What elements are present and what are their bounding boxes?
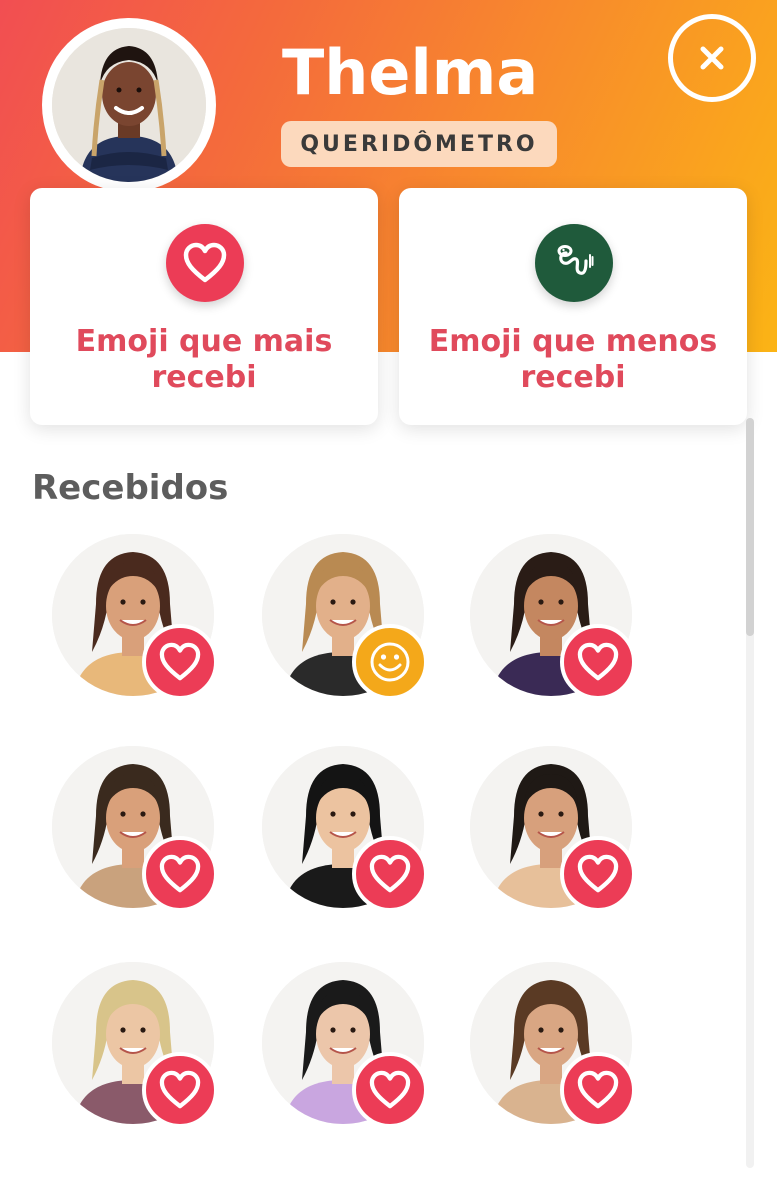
heart-icon [142, 836, 218, 912]
heart-icon [142, 624, 218, 700]
received-participant[interactable] [470, 746, 660, 936]
received-participant[interactable] [52, 746, 242, 936]
most-received-emoji-card[interactable]: Emoji que mais recebi [30, 188, 378, 425]
heart-icon [166, 224, 244, 302]
received-participant[interactable] [262, 746, 452, 936]
least-received-label-line2: recebi [520, 360, 626, 395]
snake-icon [535, 224, 613, 302]
smiley-icon [352, 624, 428, 700]
scrollbar[interactable] [746, 418, 754, 1168]
heart-icon [142, 1052, 218, 1128]
scrollbar-thumb[interactable] [746, 418, 754, 636]
received-participant[interactable] [52, 962, 242, 1152]
least-received-label-line1: Emoji que menos [428, 324, 718, 359]
received-section-title: Recebidos [32, 468, 229, 508]
heart-icon [352, 836, 428, 912]
profile-avatar [42, 18, 216, 192]
received-participant[interactable] [52, 534, 242, 724]
received-participant[interactable] [470, 534, 660, 724]
profile-name: Thelma [282, 36, 539, 109]
least-received-label: Emoji que menos recebi [399, 324, 747, 396]
received-participant[interactable] [262, 534, 452, 724]
most-received-label: Emoji que mais recebi [30, 324, 378, 396]
close-icon [700, 46, 724, 70]
heart-icon [560, 624, 636, 700]
heart-icon [560, 1052, 636, 1128]
most-received-label-line2: recebi [151, 360, 257, 395]
heart-icon [560, 836, 636, 912]
received-participant[interactable] [262, 962, 452, 1152]
received-participant[interactable] [470, 962, 660, 1152]
heart-icon [352, 1052, 428, 1128]
queridometro-badge: QUERIDÔMETRO [281, 121, 557, 167]
close-button[interactable] [668, 14, 756, 102]
least-received-emoji-card[interactable]: Emoji que menos recebi [399, 188, 747, 425]
most-received-label-line1: Emoji que mais [75, 324, 333, 359]
profile-photo [52, 28, 206, 182]
